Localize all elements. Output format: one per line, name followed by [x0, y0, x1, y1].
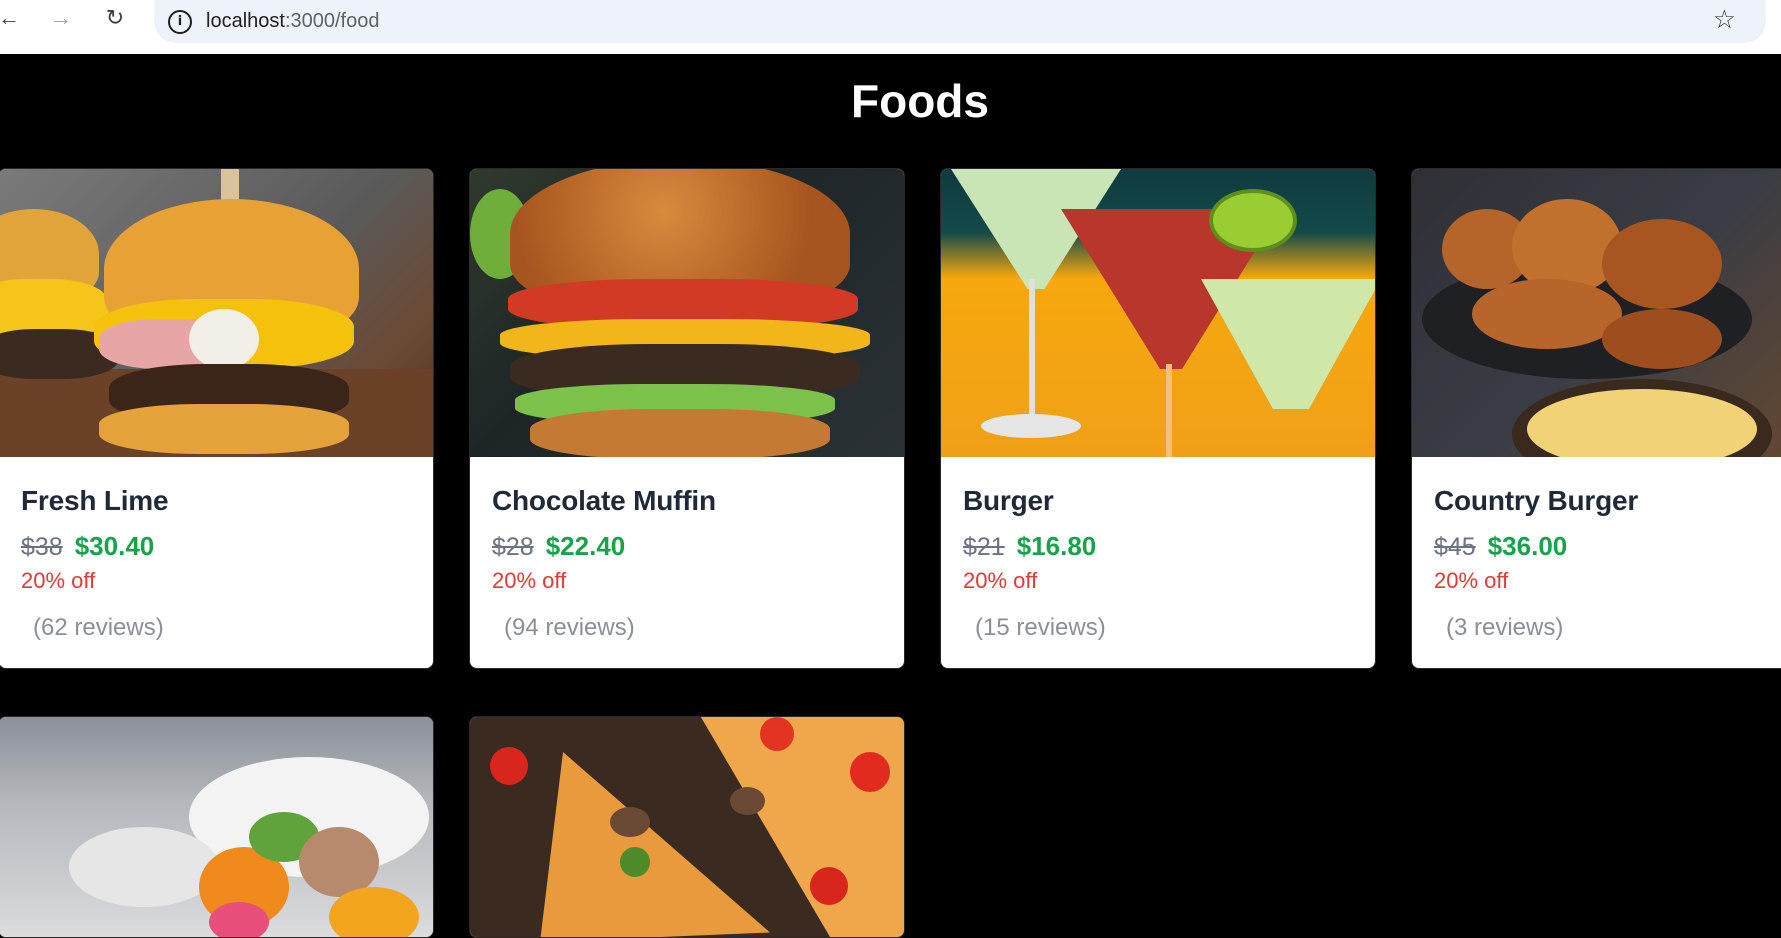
discounted-price: $36.00	[1487, 531, 1568, 561]
food-image	[0, 717, 433, 937]
page-title: Foods	[851, 75, 989, 127]
forward-icon[interactable]: →	[44, 0, 78, 36]
food-card[interactable]	[0, 716, 434, 938]
original-price: $45	[1434, 533, 1476, 561]
original-price: $38	[21, 533, 63, 561]
url-text[interactable]: localhost:3000/food	[206, 10, 379, 33]
food-image	[941, 169, 1375, 457]
food-card[interactable]: Fresh Lime $38 $30.40 20% off (62 review…	[0, 168, 434, 669]
discounted-price: $16.80	[1016, 531, 1097, 561]
food-name: Country Burger	[1434, 485, 1639, 516]
review-count: (15 reviews)	[975, 614, 1106, 641]
discounted-price: $30.40	[74, 531, 155, 561]
discount-label: 20% off	[1434, 568, 1509, 593]
food-name: Burger	[963, 485, 1054, 516]
site-info-icon[interactable]: i	[168, 9, 192, 34]
bookmark-star-icon[interactable]: ☆	[1713, 4, 1736, 35]
review-count: (62 reviews)	[33, 614, 164, 641]
food-card[interactable]: Burger $21 $16.80 20% off (15 reviews)	[940, 168, 1376, 669]
address-bar[interactable]: i localhost:3000/food ☆	[154, 0, 1766, 43]
back-icon[interactable]: ←	[0, 0, 26, 36]
discount-label: 20% off	[492, 568, 567, 593]
food-image	[470, 717, 904, 937]
food-name: Chocolate Muffin	[492, 485, 716, 516]
food-name: Fresh Lime	[21, 485, 169, 516]
browser-toolbar: ← → ↻ i localhost:3000/food ☆	[0, 0, 1781, 54]
food-image	[0, 169, 433, 457]
food-card[interactable]	[469, 716, 905, 938]
food-card[interactable]: Chocolate Muffin $28 $22.40 20% off (94 …	[469, 168, 905, 669]
original-price: $28	[492, 533, 534, 561]
original-price: $21	[963, 533, 1005, 561]
review-count: (3 reviews)	[1446, 614, 1564, 641]
discounted-price: $22.40	[545, 531, 626, 561]
discount-label: 20% off	[963, 568, 1038, 593]
food-card[interactable]: Country Burger $45 $36.00 20% off (3 rev…	[1411, 168, 1781, 669]
food-image	[470, 169, 904, 457]
food-image	[1412, 169, 1781, 457]
reload-icon[interactable]: ↻	[98, 0, 132, 36]
discount-label: 20% off	[21, 568, 96, 593]
review-count: (94 reviews)	[504, 614, 635, 641]
